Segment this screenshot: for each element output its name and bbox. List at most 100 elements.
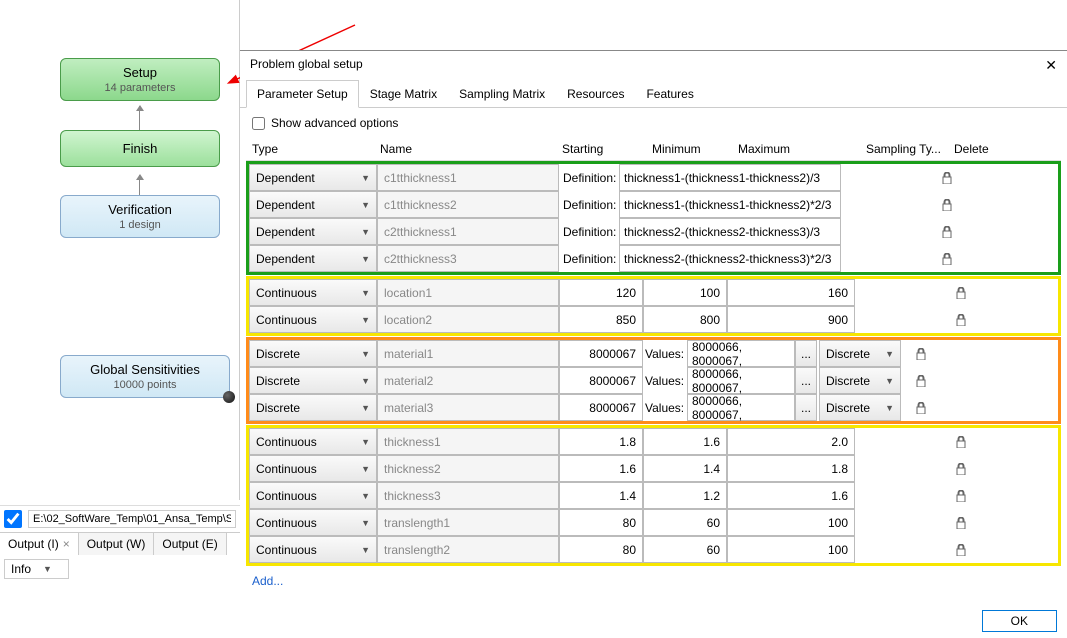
tab-stage-matrix[interactable]: Stage Matrix xyxy=(359,80,448,108)
min-input[interactable]: 800 xyxy=(643,306,727,333)
delete-lock[interactable] xyxy=(901,367,941,394)
values-input[interactable]: 8000066, 8000067, xyxy=(687,367,795,394)
sampling-select[interactable]: Discrete▼ xyxy=(819,394,901,421)
starting-input[interactable]: 80 xyxy=(559,509,643,536)
type-select[interactable]: Dependent▼ xyxy=(249,218,377,245)
delete-lock[interactable] xyxy=(927,245,967,272)
max-input[interactable]: 1.8 xyxy=(727,455,855,482)
name-field[interactable]: thickness1 xyxy=(377,428,559,455)
name-field[interactable]: material3 xyxy=(377,394,559,421)
delete-lock[interactable] xyxy=(901,394,941,421)
delete-lock[interactable] xyxy=(941,482,981,509)
global-sensitivities-node[interactable]: Global Sensitivities 10000 points xyxy=(60,355,230,398)
starting-input[interactable]: 1.8 xyxy=(559,428,643,455)
starting-input[interactable]: 1.4 xyxy=(559,482,643,509)
type-select[interactable]: Discrete▼ xyxy=(249,340,377,367)
type-select[interactable]: Continuous▼ xyxy=(249,279,377,306)
delete-lock[interactable] xyxy=(941,306,981,333)
name-field[interactable]: translength1 xyxy=(377,509,559,536)
tab-resources[interactable]: Resources xyxy=(556,80,635,108)
name-field[interactable]: location2 xyxy=(377,306,559,333)
sampling-select[interactable]: Discrete▼ xyxy=(819,367,901,394)
starting-input[interactable]: 8000067 xyxy=(559,367,643,394)
tab-parameter-setup[interactable]: Parameter Setup xyxy=(246,80,359,108)
max-input[interactable]: 2.0 xyxy=(727,428,855,455)
starting-input[interactable]: 120 xyxy=(559,279,643,306)
min-input[interactable]: 60 xyxy=(643,509,727,536)
name-field[interactable]: location1 xyxy=(377,279,559,306)
definition-input[interactable]: thickness1-(thickness1-thickness2)*2/3 xyxy=(619,191,841,218)
sampling-select[interactable]: Discrete▼ xyxy=(819,340,901,367)
min-input[interactable]: 60 xyxy=(643,536,727,563)
output-tab-e[interactable]: Output (E) xyxy=(154,533,226,555)
min-input[interactable]: 100 xyxy=(643,279,727,306)
type-select[interactable]: Continuous▼ xyxy=(249,455,377,482)
type-select[interactable]: Dependent▼ xyxy=(249,164,377,191)
delete-lock[interactable] xyxy=(927,164,967,191)
starting-input[interactable]: 850 xyxy=(559,306,643,333)
close-icon[interactable]: × xyxy=(63,537,70,551)
delete-lock[interactable] xyxy=(941,536,981,563)
info-select[interactable]: Info ▼ xyxy=(4,559,69,579)
values-input[interactable]: 8000066, 8000067, xyxy=(687,340,795,367)
min-input[interactable]: 1.4 xyxy=(643,455,727,482)
max-input[interactable]: 100 xyxy=(727,509,855,536)
definition-input[interactable]: thickness1-(thickness1-thickness2)/3 xyxy=(619,164,841,191)
definition-input[interactable]: thickness2-(thickness2-thickness3)/3 xyxy=(619,218,841,245)
type-select[interactable]: Dependent▼ xyxy=(249,191,377,218)
starting-input[interactable]: 8000067 xyxy=(559,340,643,367)
max-input[interactable]: 900 xyxy=(727,306,855,333)
starting-input[interactable]: 80 xyxy=(559,536,643,563)
tab-sampling-matrix[interactable]: Sampling Matrix xyxy=(448,80,556,108)
tab-features[interactable]: Features xyxy=(635,80,704,108)
values-browse-button[interactable]: ... xyxy=(795,340,817,367)
ok-button[interactable]: OK xyxy=(982,610,1057,632)
handle-icon[interactable] xyxy=(223,391,235,403)
name-field[interactable]: c1tthickness2 xyxy=(377,191,559,218)
delete-lock[interactable] xyxy=(941,455,981,482)
name-field[interactable]: c2tthickness3 xyxy=(377,245,559,272)
name-field[interactable]: thickness2 xyxy=(377,455,559,482)
min-input[interactable]: 1.6 xyxy=(643,428,727,455)
max-input[interactable]: 1.6 xyxy=(727,482,855,509)
type-select[interactable]: Continuous▼ xyxy=(249,536,377,563)
verification-node[interactable]: Verification 1 design xyxy=(60,195,220,238)
type-select[interactable]: Continuous▼ xyxy=(249,482,377,509)
advanced-checkbox[interactable] xyxy=(252,117,265,130)
max-input[interactable]: 160 xyxy=(727,279,855,306)
type-select[interactable]: Continuous▼ xyxy=(249,509,377,536)
delete-lock[interactable] xyxy=(941,279,981,306)
starting-input[interactable]: 1.6 xyxy=(559,455,643,482)
name-field[interactable]: material1 xyxy=(377,340,559,367)
type-select[interactable]: Dependent▼ xyxy=(249,245,377,272)
starting-input[interactable]: 8000067 xyxy=(559,394,643,421)
name-field[interactable]: c2tthickness1 xyxy=(377,218,559,245)
type-select[interactable]: Continuous▼ xyxy=(249,428,377,455)
finish-node[interactable]: Finish xyxy=(60,130,220,167)
definition-input[interactable]: thickness2-(thickness2-thickness3)*2/3 xyxy=(619,245,841,272)
name-field[interactable]: thickness3 xyxy=(377,482,559,509)
add-link[interactable]: Add... xyxy=(252,574,1061,588)
type-select[interactable]: Continuous▼ xyxy=(249,306,377,333)
path-input[interactable] xyxy=(28,510,236,528)
values-browse-button[interactable]: ... xyxy=(795,367,817,394)
output-tab-i[interactable]: Output (I)× xyxy=(0,533,79,555)
delete-lock[interactable] xyxy=(927,191,967,218)
delete-lock[interactable] xyxy=(901,340,941,367)
delete-lock[interactable] xyxy=(941,428,981,455)
max-input[interactable]: 100 xyxy=(727,536,855,563)
type-select[interactable]: Discrete▼ xyxy=(249,394,377,421)
delete-lock[interactable] xyxy=(927,218,967,245)
output-tab-w[interactable]: Output (W) xyxy=(79,533,155,555)
name-field[interactable]: c1tthickness1 xyxy=(377,164,559,191)
setup-node[interactable]: Setup 14 parameters xyxy=(60,58,220,101)
name-field[interactable]: translength2 xyxy=(377,536,559,563)
min-input[interactable]: 1.2 xyxy=(643,482,727,509)
values-browse-button[interactable]: ... xyxy=(795,394,817,421)
close-icon[interactable]: ✕ xyxy=(1045,57,1057,74)
path-checkbox[interactable] xyxy=(4,510,22,528)
delete-lock[interactable] xyxy=(941,509,981,536)
name-field[interactable]: material2 xyxy=(377,367,559,394)
type-select[interactable]: Discrete▼ xyxy=(249,367,377,394)
values-input[interactable]: 8000066, 8000067, xyxy=(687,394,795,421)
